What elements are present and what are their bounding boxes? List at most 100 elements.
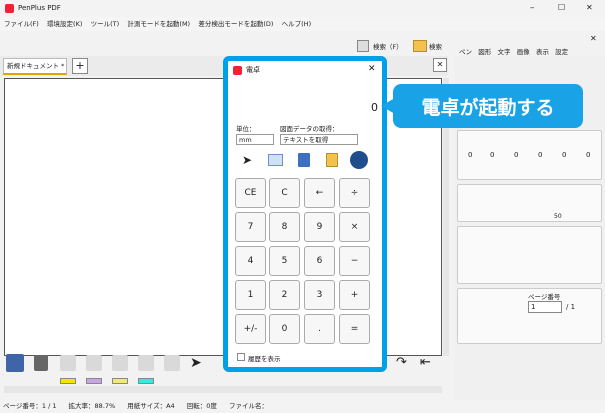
unit-label: 単位： <box>236 125 256 133</box>
eraser-icon[interactable] <box>164 355 180 371</box>
document-tab-label: 新規ドキュメント * <box>7 62 65 70</box>
calc-key-c[interactable]: C <box>269 178 300 208</box>
minimize-button[interactable]: – <box>530 3 535 13</box>
title-bar: PenPlus PDF – ☐ ✕ <box>0 0 605 17</box>
marker-yellow-icon[interactable] <box>60 355 76 371</box>
tab-settings[interactable]: 設定 <box>555 46 568 56</box>
app-icon <box>5 4 14 13</box>
calc-key-equals[interactable]: = <box>339 314 370 344</box>
redo-icon[interactable]: ↷ <box>396 355 407 370</box>
pointer-icon[interactable]: ➤ <box>190 355 202 371</box>
right-panel-close-button[interactable]: ✕ <box>590 34 597 43</box>
calc-key-multiply[interactable]: × <box>339 212 370 242</box>
calc-key-divide[interactable]: ÷ <box>339 178 370 208</box>
fetch-label: 図面データの取得： <box>280 125 339 133</box>
menu-help[interactable]: ヘルプ(H) <box>282 17 311 31</box>
marker-purple-swatch <box>86 378 102 384</box>
settings-gear-icon[interactable] <box>350 151 368 169</box>
tab-shape[interactable]: 図形 <box>478 46 491 56</box>
page-tools-group: ページ番号 1 / 1 <box>457 288 602 344</box>
pen-size-0: 0 <box>468 151 473 159</box>
panel-tabs: ペン 図形 文字 画像 表示 設定 <box>459 46 605 58</box>
menu-bar: ファイル(F) 環境設定(K) ツール(T) 計測モードを起動(M) 差分検出モ… <box>0 17 605 31</box>
tab-text[interactable]: 文字 <box>497 46 510 56</box>
calculator-display: 0 <box>371 101 378 114</box>
edit-tools-group: 50 <box>457 184 602 222</box>
pen-size-5: 0 <box>586 151 591 159</box>
search-button[interactable]: 検索（F） <box>373 41 403 51</box>
calc-key-6[interactable]: 6 <box>304 246 335 276</box>
pen-size-2: 0 <box>514 151 519 159</box>
folder-search-icon <box>413 40 427 52</box>
calc-key-2[interactable]: 2 <box>269 280 300 310</box>
status-zoom: 拡大率：88.7% <box>68 402 116 410</box>
collapse-icon[interactable]: ⇤ <box>420 355 431 370</box>
text-tool-icon[interactable] <box>268 154 283 166</box>
marker-cyan-swatch <box>138 378 154 384</box>
menu-measure[interactable]: 計測モードを起動(M) <box>127 17 190 31</box>
calc-key-5[interactable]: 5 <box>269 246 300 276</box>
tab-view[interactable]: 表示 <box>536 46 549 56</box>
horizontal-scrollbar[interactable] <box>4 386 442 393</box>
add-tab-button[interactable]: + <box>72 58 88 74</box>
calc-key-1[interactable]: 1 <box>235 280 266 310</box>
calculator-close-button[interactable]: ✕ <box>368 64 376 74</box>
copy-icon[interactable] <box>298 153 310 167</box>
calc-key-minus[interactable]: − <box>339 246 370 276</box>
paste-icon[interactable] <box>326 153 338 167</box>
calc-key-sign[interactable]: +/- <box>235 314 266 344</box>
calculator-icon[interactable] <box>34 355 48 371</box>
unit-select[interactable]: mm <box>236 134 274 145</box>
pen-size-1: 0 <box>490 151 495 159</box>
marker-dotted-icon[interactable] <box>112 355 128 371</box>
menu-settings[interactable]: 環境設定(K) <box>47 17 82 31</box>
calc-key-4[interactable]: 4 <box>235 246 266 276</box>
calc-key-decimal[interactable]: . <box>304 314 335 344</box>
marker-yellow-swatch <box>60 378 76 384</box>
marker-dotted-swatch <box>112 378 128 384</box>
status-page: ページ番号：1 / 1 <box>3 402 57 410</box>
calc-key-0[interactable]: 0 <box>269 314 300 344</box>
calc-key-plus[interactable]: + <box>339 280 370 310</box>
annotation-callout: 電卓が起動する <box>381 84 583 128</box>
calc-key-ce[interactable]: CE <box>235 178 266 208</box>
select-tools-group <box>457 226 602 284</box>
eraser-size-label: 50 <box>554 213 562 220</box>
close-tab-button[interactable]: ✕ <box>433 58 447 72</box>
status-rotation: 回転：0度 <box>186 402 217 410</box>
status-paper: 用紙サイズ：A4 <box>127 402 175 410</box>
page-number-input[interactable]: 1 <box>528 301 562 313</box>
fetch-select[interactable]: テキストを取得 <box>280 134 358 145</box>
calculator-title: 電卓 <box>246 66 260 74</box>
calculator-title-icon <box>233 66 242 75</box>
maximize-button[interactable]: ☐ <box>558 3 565 12</box>
status-bar: ページ番号：1 / 1 拡大率：88.7% 用紙サイズ：A4 回転：0度 ファイ… <box>0 400 605 413</box>
search-toolbar: 検索（F） 検索 <box>355 38 455 54</box>
pointer-tool-icon[interactable]: ➤ <box>242 153 252 167</box>
search-folder-button[interactable]: 検索 <box>429 41 442 51</box>
calc-key-backspace[interactable]: ← <box>304 178 335 208</box>
tab-image[interactable]: 画像 <box>517 46 530 56</box>
pen-size-4: 0 <box>562 151 567 159</box>
menu-icon[interactable] <box>6 354 24 372</box>
app-title: PenPlus PDF <box>18 4 61 12</box>
history-checkbox[interactable] <box>237 353 245 361</box>
marker-cyan-icon[interactable] <box>138 355 154 371</box>
calc-key-3[interactable]: 3 <box>304 280 335 310</box>
document-tab[interactable]: 新規ドキュメント * <box>3 58 67 75</box>
page-number-label: ページ番号 <box>528 293 561 301</box>
status-file: ファイル名： <box>228 402 268 410</box>
menu-diff[interactable]: 差分検出モードを起動(D) <box>198 17 273 31</box>
close-window-button[interactable]: ✕ <box>586 3 593 12</box>
tab-pen[interactable]: ペン <box>459 46 472 56</box>
marker-purple-icon[interactable] <box>86 355 102 371</box>
calc-key-7[interactable]: 7 <box>235 212 266 242</box>
history-label: 履歴を表示 <box>248 355 281 363</box>
search-icon <box>357 40 369 52</box>
menu-file[interactable]: ファイル(F) <box>4 17 39 31</box>
page-total-label: / 1 <box>566 303 576 311</box>
calc-key-8[interactable]: 8 <box>269 212 300 242</box>
calc-key-9[interactable]: 9 <box>304 212 335 242</box>
menu-tools[interactable]: ツール(T) <box>91 17 120 31</box>
pen-size-group: 0 0 0 0 0 0 <box>457 130 602 180</box>
